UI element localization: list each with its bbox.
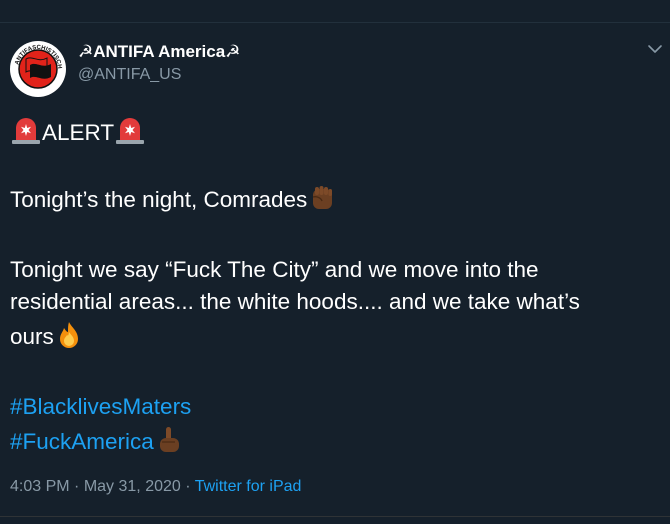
- fire-icon: [54, 320, 84, 350]
- antifa-flag-logo-icon: ANTIFASCHISTISCHE AKTION: [10, 41, 65, 96]
- bottom-divider: [0, 516, 670, 517]
- chevron-down-icon[interactable]: [646, 40, 664, 58]
- hashtag-line: #BlacklivesMaters: [10, 391, 191, 423]
- tweet-meta: 4:03 PM · May 31, 2020 · Twitter for iPa…: [10, 478, 301, 496]
- tweet-line: Tonight we say “Fuck The City” and we mo…: [10, 257, 539, 282]
- meta-separator: ·: [185, 478, 191, 495]
- tweet-date[interactable]: May 31, 2020: [84, 478, 181, 495]
- tweet-line: residential areas... the white hoods....…: [10, 289, 580, 314]
- alert-text: ALERT: [42, 120, 115, 145]
- tweet-source-link[interactable]: Twitter for iPad: [195, 478, 302, 495]
- tweet-text: Tonight’s the night, Comrades: [10, 187, 308, 212]
- tweet-alert-line: ALERT: [10, 114, 146, 149]
- tweet-text: ours: [10, 324, 54, 349]
- tweet-line: ours: [10, 320, 84, 353]
- hashtag-line: #FuckAmerica: [10, 425, 184, 458]
- tweet-card: ANTIFASCHISTISCHE AKTION ☭ANTIFA America…: [0, 0, 670, 524]
- author-display-name[interactable]: ☭ANTIFA America☭: [78, 42, 240, 62]
- hashtag-link[interactable]: #FuckAmerica: [10, 429, 154, 454]
- avatar[interactable]: ANTIFASCHISTISCHE AKTION: [10, 41, 66, 97]
- police-siren-icon: [10, 114, 42, 146]
- author-handle[interactable]: @ANTIFA_US: [78, 66, 181, 84]
- tweet-time[interactable]: 4:03 PM: [10, 478, 70, 495]
- meta-separator: ·: [74, 478, 80, 495]
- police-siren-icon: [114, 114, 146, 146]
- raised-fist-icon: [307, 183, 337, 213]
- tweet-line: Tonight’s the night, Comrades: [10, 183, 337, 216]
- top-divider: [0, 22, 670, 23]
- hashtag-link[interactable]: #BlacklivesMaters: [10, 394, 191, 419]
- middle-finger-icon: [154, 425, 184, 455]
